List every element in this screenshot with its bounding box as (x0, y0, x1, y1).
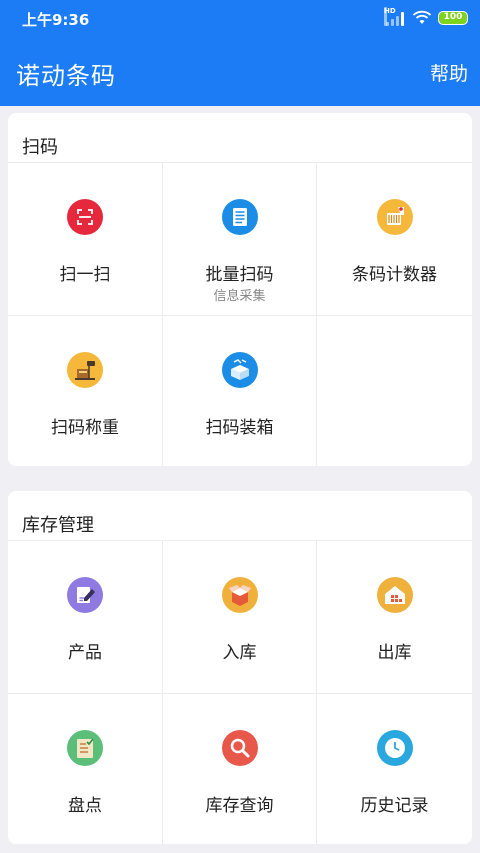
inventory-query-label: 库存查询 (205, 796, 274, 816)
packing-box-icon (221, 352, 258, 388)
scan-card: 扫码 扫一扫 批量扫码 信息采集 条码计数器 扫码称重 扫码装箱 (8, 113, 472, 466)
inventory-card: 库存管理 产品 入库 出库 盘点 库存查询 历史记录 (8, 491, 472, 844)
outbound-label: 出库 (377, 643, 412, 663)
page-title: 诺动条码 (16, 62, 116, 90)
product-button[interactable]: 产品 (8, 541, 163, 694)
packing-button[interactable]: 扫码装箱 (163, 316, 317, 466)
weighing-scale-icon (67, 352, 103, 388)
packing-label: 扫码装箱 (205, 418, 274, 438)
outbound-button[interactable]: 出库 (317, 541, 472, 694)
signal-icon: HD (384, 7, 406, 26)
battery-icon: 100 (438, 11, 468, 25)
scan-label: 扫一扫 (59, 265, 111, 285)
wifi-icon (412, 10, 432, 24)
barcode-counter-icon (376, 199, 413, 235)
batch-scan-sublabel: 信息采集 (213, 289, 266, 304)
stocktake-label: 盘点 (68, 796, 102, 816)
clock-icon (376, 730, 413, 766)
product-edit-icon (67, 577, 103, 613)
product-label: 产品 (68, 643, 102, 663)
inbound-label: 入库 (222, 643, 257, 663)
barcode-counter-label: 条码计数器 (352, 265, 437, 285)
history-label: 历史记录 (360, 796, 429, 816)
app-bar: 上午9:36 HD 100 诺动条码 帮助 (0, 0, 480, 106)
stocktake-checklist-icon (67, 730, 103, 766)
status-time: 上午9:36 (22, 11, 90, 29)
weighing-label: 扫码称重 (51, 418, 119, 438)
inventory-section-title: 库存管理 (8, 491, 472, 541)
inbound-button[interactable]: 入库 (163, 541, 317, 694)
inventory-query-button[interactable]: 库存查询 (163, 694, 317, 844)
weighing-button[interactable]: 扫码称重 (8, 316, 163, 466)
outbound-warehouse-icon (376, 577, 413, 613)
scan-icon (67, 199, 103, 235)
batch-scan-button[interactable]: 批量扫码 信息采集 (163, 163, 317, 316)
empty-cell (317, 316, 472, 466)
batch-scan-label: 批量扫码 (205, 265, 274, 285)
search-magnifier-icon (221, 730, 258, 766)
scan-section-title: 扫码 (8, 113, 472, 163)
status-bar: 上午9:36 HD 100 (0, 0, 480, 36)
stocktake-button[interactable]: 盘点 (8, 694, 163, 844)
barcode-counter-button[interactable]: 条码计数器 (317, 163, 472, 316)
history-button[interactable]: 历史记录 (317, 694, 472, 844)
batch-scan-icon (221, 199, 258, 235)
status-icons: HD 100 (384, 7, 468, 27)
scan-button[interactable]: 扫一扫 (8, 163, 163, 316)
inbound-box-icon (221, 577, 258, 613)
help-button[interactable]: 帮助 (430, 59, 468, 86)
